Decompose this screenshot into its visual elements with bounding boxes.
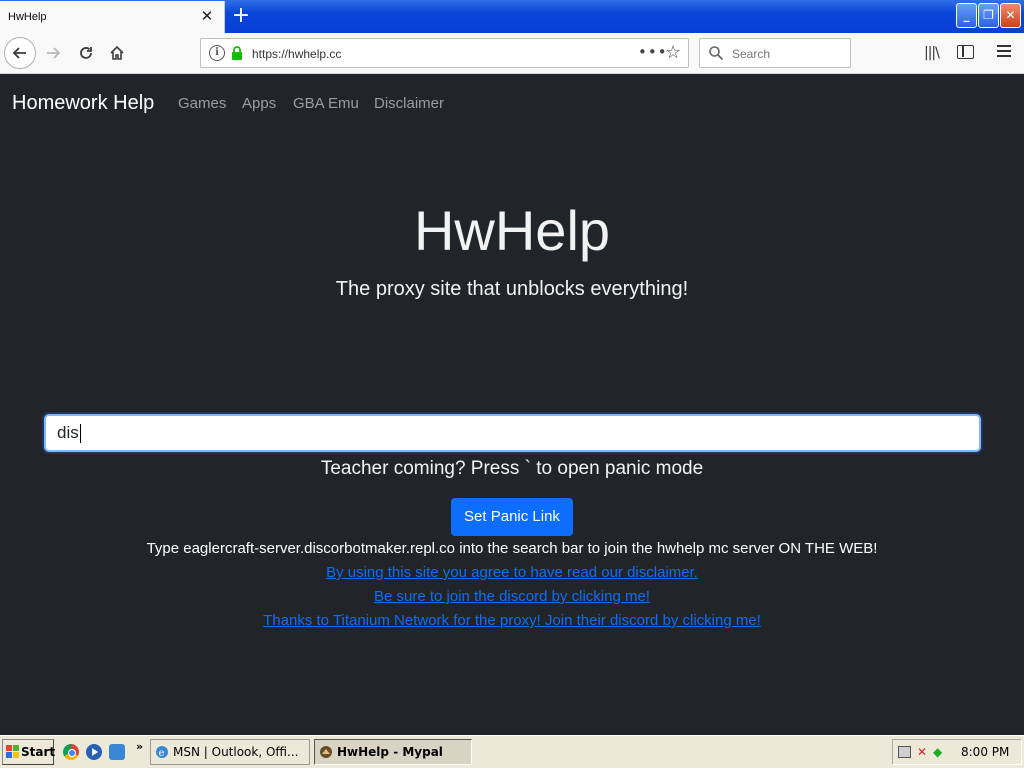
window-close-button[interactable]: ✕ — [1000, 3, 1021, 28]
site-navbar: Homework Help Games Apps GBA Emu Disclai… — [0, 74, 1024, 134]
hero-subtitle: The proxy site that unblocks everything! — [335, 278, 689, 300]
system-tray: ✕ ◆ 8:00 PM — [892, 739, 1022, 765]
lock-icon — [232, 46, 242, 60]
nav-link-games[interactable]: Games — [178, 95, 226, 112]
forward-button[interactable] — [38, 38, 68, 68]
web-page: Homework Help Games Apps GBA Emu Disclai… — [0, 74, 1024, 735]
ie-icon: e — [156, 746, 168, 759]
browser-tab[interactable]: HwHelp ✕ — [0, 1, 225, 33]
clock[interactable]: 8:00 PM — [961, 745, 1009, 759]
search-icon — [709, 46, 724, 61]
reload-button[interactable] — [71, 38, 101, 68]
library-icon[interactable]: |||\ — [924, 45, 940, 61]
bookmark-star-icon[interactable]: ☆ — [665, 42, 681, 63]
info-icon[interactable]: i — [209, 45, 225, 61]
chrome-icon[interactable] — [63, 744, 79, 760]
quick-launch-more-icon[interactable]: » — [136, 740, 143, 753]
hamburger-menu-icon[interactable] — [997, 45, 1011, 57]
nav-link-apps[interactable]: Apps — [242, 95, 276, 112]
media-player-icon[interactable] — [86, 744, 102, 760]
keyboard-icon[interactable] — [898, 746, 911, 758]
hero-title: HwHelp — [413, 199, 611, 262]
disclaimer-link-row: By using this site you agree to have rea… — [0, 564, 1024, 581]
network-error-icon[interactable]: ✕ — [917, 745, 931, 759]
nav-link-disclaimer[interactable]: Disclaimer — [374, 95, 444, 112]
address-bar[interactable]: i https://hwhelp.cc ••• ☆ — [200, 38, 689, 68]
home-icon — [110, 45, 124, 60]
titanium-link-row: Thanks to Titanium Network for the proxy… — [0, 612, 1024, 629]
discord-link-row: Be sure to join the discord by clicking … — [0, 588, 1024, 605]
windows-flag-icon — [6, 745, 19, 758]
start-button[interactable]: Start — [2, 739, 56, 765]
search-input-value: dis — [57, 423, 79, 442]
taskbar-item-label: HwHelp - Mypal — [337, 745, 443, 759]
tab-title: HwHelp — [8, 11, 47, 23]
url-text[interactable]: https://hwhelp.cc — [252, 47, 341, 61]
taskbar-item-label: MSN | Outlook, Offi... — [173, 745, 299, 759]
browser-titlebar: HwHelp ✕ + _ ❐ ✕ — [0, 0, 1024, 33]
security-icon[interactable]: ◆ — [933, 745, 947, 759]
nav-link-gba-emu[interactable]: GBA Emu — [293, 95, 359, 112]
discord-link[interactable]: Be sure to join the discord by clicking … — [374, 588, 650, 605]
disclaimer-link[interactable]: By using this site you agree to have rea… — [326, 564, 698, 581]
search-placeholder: Search — [732, 47, 771, 61]
mc-server-info: Type eaglercraft-server.discorbotmaker.r… — [146, 540, 878, 557]
back-button[interactable] — [4, 37, 36, 69]
svg-text:e: e — [159, 748, 165, 759]
internet-explorer-icon[interactable] — [109, 744, 125, 760]
start-label: Start — [21, 745, 56, 759]
back-arrow-icon — [12, 47, 26, 59]
text-caret — [79, 424, 81, 444]
window-minimize-button[interactable]: _ — [956, 3, 977, 28]
titanium-network-link[interactable]: Thanks to Titanium Network for the proxy… — [263, 612, 761, 629]
taskbar-item-msn[interactable]: e MSN | Outlook, Offi... — [150, 739, 310, 765]
taskbar-item-hwhelp[interactable]: HwHelp - Mypal — [314, 739, 472, 765]
forward-arrow-icon — [47, 47, 61, 59]
reload-icon — [80, 47, 92, 59]
page-actions-menu-icon[interactable]: ••• — [638, 43, 668, 61]
site-brand[interactable]: Homework Help — [12, 92, 154, 115]
mypal-icon — [320, 746, 332, 758]
set-panic-link-button[interactable]: Set Panic Link — [451, 498, 573, 536]
browser-search-box[interactable]: Search — [699, 38, 851, 68]
home-button[interactable] — [102, 38, 132, 68]
proxy-search-input[interactable]: dis — [44, 414, 981, 452]
tab-close-icon[interactable]: ✕ — [199, 8, 215, 24]
panic-mode-hint: Teacher coming? Press ` to open panic mo… — [320, 458, 704, 479]
new-tab-button[interactable]: + — [229, 4, 253, 28]
window-maximize-button[interactable]: ❐ — [978, 3, 999, 28]
browser-toolbar: i https://hwhelp.cc ••• ☆ Search |||\ — [0, 33, 1024, 74]
taskbar: Start » e MSN | Outlook, Offi... HwHelp … — [0, 735, 1024, 768]
sidebar-toggle-icon[interactable] — [957, 45, 974, 59]
